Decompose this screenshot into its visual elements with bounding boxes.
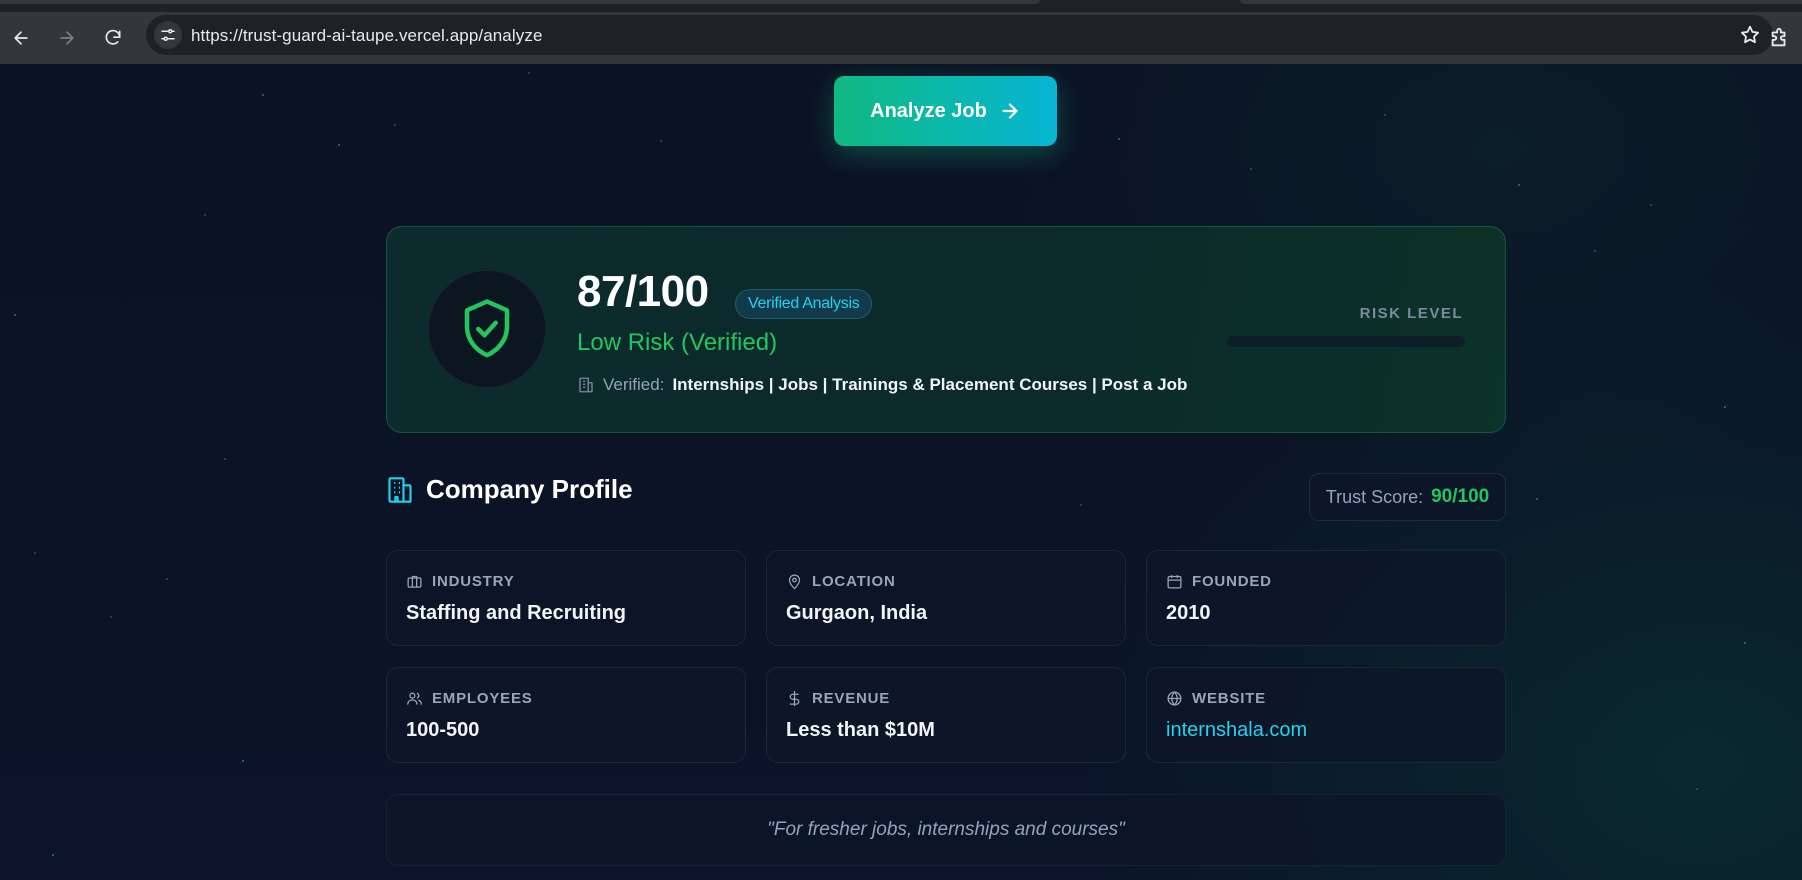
- forward-button[interactable]: [50, 21, 84, 55]
- page-content: Analyze Job 87/100 Verified Analysis Low…: [0, 64, 1802, 880]
- employees-value: 100-500: [406, 719, 480, 741]
- verified-line: Verified: Internships | Jobs | Trainings…: [577, 375, 1187, 395]
- background-speck: [52, 854, 54, 856]
- arrow-right-icon: [60, 31, 74, 45]
- background-speck: [262, 94, 264, 96]
- founded-label: FOUNDED: [1192, 573, 1272, 590]
- background-speck: [1080, 504, 1082, 506]
- company-profile-heading: Company Profile: [386, 474, 633, 505]
- employees-card: EMPLOYEES 100-500: [386, 667, 746, 763]
- founded-value: 2010: [1166, 602, 1211, 624]
- verified-label: Verified:: [603, 375, 665, 394]
- building-icon: [579, 377, 593, 393]
- background-speck: [338, 144, 340, 146]
- arrow-left-icon: [14, 31, 28, 45]
- background-speck: [242, 760, 244, 762]
- arrow-right-icon: [1002, 103, 1018, 119]
- analyze-job-button[interactable]: Analyze Job: [834, 76, 1057, 146]
- trust-score-value: 90/100: [1431, 486, 1490, 507]
- revenue-card-head: REVENUE: [786, 690, 890, 707]
- founded-card-head: FOUNDED: [1166, 573, 1272, 590]
- briefcase-icon: [407, 575, 422, 588]
- shield-badge: [427, 269, 547, 389]
- background-speck: [1118, 138, 1120, 140]
- background-speck: [1744, 642, 1746, 644]
- browser-tab[interactable]: [0, 0, 1040, 4]
- score-value: 87/100: [577, 267, 709, 316]
- company-tagline-card: "For fresher jobs, internships and cours…: [386, 794, 1506, 866]
- company-tagline: "For fresher jobs, internships and cours…: [767, 819, 1125, 840]
- revenue-card: REVENUE Less than $10M: [766, 667, 1126, 763]
- website-card: WEBSITE internshala.com: [1146, 667, 1506, 763]
- background-speck: [14, 314, 16, 316]
- risk-level-heading: RISK LEVEL: [1359, 305, 1463, 322]
- users-icon: [407, 692, 422, 705]
- employees-card-head: EMPLOYEES: [406, 690, 533, 707]
- company-profile-title: Company Profile: [426, 474, 633, 504]
- address-bar[interactable]: https://trust-guard-ai-taupe.vercel.app/…: [146, 15, 1773, 55]
- background-speck: [1250, 168, 1252, 170]
- background-speck: [204, 214, 206, 216]
- puzzle-icon: [1771, 27, 1786, 47]
- site-info-button[interactable]: [154, 21, 182, 49]
- risk-level-bar: [1227, 336, 1465, 347]
- founded-card: FOUNDED 2010: [1146, 550, 1506, 646]
- revenue-value: Less than $10M: [786, 719, 935, 741]
- trust-score-box: Trust Score: 90/100: [1309, 473, 1506, 521]
- shield-check-icon: [464, 299, 510, 358]
- extensions-button[interactable]: [1762, 21, 1796, 55]
- background-speck: [1650, 204, 1652, 206]
- globe-icon: [1167, 691, 1182, 706]
- location-value: Gurgaon, India: [786, 602, 928, 624]
- background-speck: [1724, 406, 1726, 408]
- employees-label: EMPLOYEES: [432, 690, 533, 707]
- dollar-icon: [789, 690, 800, 707]
- score-card: 87/100 Verified Analysis Low Risk (Verif…: [386, 226, 1506, 433]
- background-speck: [1536, 498, 1538, 500]
- industry-card-head: INDUSTRY: [406, 573, 515, 590]
- background-speck: [1384, 114, 1386, 116]
- background-speck: [166, 578, 168, 580]
- back-button[interactable]: [4, 21, 38, 55]
- tune-icon: [161, 29, 175, 41]
- industry-card: INDUSTRY Staffing and Recruiting: [386, 550, 746, 646]
- location-label: LOCATION: [812, 573, 896, 590]
- risk-label: Low Risk (Verified): [577, 329, 778, 356]
- location-card: LOCATION Gurgaon, India: [766, 550, 1126, 646]
- background-speck: [660, 140, 662, 142]
- location-card-head: LOCATION: [786, 573, 896, 590]
- tab-strip: [0, 0, 1802, 12]
- browser-tab[interactable]: [1240, 0, 1802, 4]
- website-card-head: WEBSITE: [1166, 690, 1266, 707]
- background-speck: [224, 458, 226, 460]
- background-speck: [1594, 250, 1596, 252]
- browser-toolbar: https://trust-guard-ai-taupe.vercel.app/…: [0, 12, 1802, 64]
- background-speck: [528, 72, 530, 74]
- background-speck: [34, 552, 36, 554]
- verified-value: Internships | Jobs | Trainings & Placeme…: [672, 375, 1188, 394]
- reload-icon: [105, 29, 121, 45]
- reload-button[interactable]: [96, 21, 130, 55]
- website-label: WEBSITE: [1192, 690, 1266, 707]
- analyze-job-label: Analyze Job: [870, 99, 987, 122]
- trust-score-label: Trust Score:: [1325, 486, 1424, 507]
- industry-label: INDUSTRY: [432, 573, 515, 590]
- map-pin-icon: [788, 574, 801, 590]
- background-speck: [110, 616, 112, 618]
- browser-chrome: https://trust-guard-ai-taupe.vercel.app/…: [0, 0, 1802, 64]
- background-speck: [1518, 184, 1520, 186]
- building-icon: [388, 476, 412, 503]
- verified-analysis-badge: Verified Analysis: [735, 289, 873, 319]
- background-speck: [394, 124, 396, 126]
- url-text[interactable]: https://trust-guard-ai-taupe.vercel.app/…: [191, 26, 543, 46]
- revenue-label: REVENUE: [812, 690, 891, 707]
- bookmark-star-icon[interactable]: [1739, 24, 1761, 46]
- calendar-icon: [1167, 575, 1182, 589]
- industry-value: Staffing and Recruiting: [406, 602, 626, 624]
- website-link[interactable]: internshala.com: [1166, 719, 1307, 742]
- background-speck: [1696, 788, 1698, 790]
